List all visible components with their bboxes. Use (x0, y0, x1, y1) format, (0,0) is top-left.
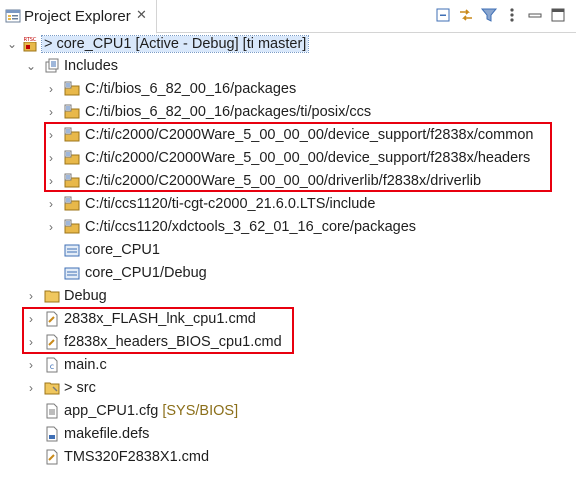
chevron-down-icon[interactable]: ⌄ (6, 37, 18, 51)
include-folder-icon (64, 104, 80, 119)
tree-row-debug[interactable]: › Debug (0, 285, 576, 308)
main-c-label: main.c (64, 357, 107, 373)
debug-folder-label: Debug (64, 288, 107, 304)
chevron-right-icon[interactable]: › (45, 220, 57, 234)
include-folder-icon (64, 150, 80, 165)
chevron-right-icon[interactable]: › (25, 312, 37, 326)
view-titlebar: Project Explorer ✕ (0, 0, 576, 34)
include-folder-icon (64, 196, 80, 211)
tree-row-include-path[interactable]: core_CPU1 (0, 239, 576, 262)
include-path-label: core_CPU1/Debug (85, 265, 207, 281)
chevron-right-icon[interactable]: › (45, 197, 57, 211)
cfg-file-name: app_CPU1.cfg (64, 403, 159, 419)
chevron-right-icon[interactable]: › (45, 151, 57, 165)
chevron-right-icon[interactable]: › (45, 105, 57, 119)
tree-row-include-path[interactable]: › C:/ti/ccs1120/ti-cgt-c2000_21.6.0.LTS/… (0, 193, 576, 216)
tree-row-src[interactable]: › > src (0, 377, 576, 400)
project-name: > core_CPU1 (44, 36, 132, 52)
tree-row-includes[interactable]: ⌄ Includes (0, 55, 576, 78)
maximize-icon[interactable] (549, 6, 567, 24)
workspace-include-icon (64, 267, 80, 280)
chevron-right-icon[interactable]: › (25, 358, 37, 372)
include-path-label: core_CPU1 (85, 242, 160, 258)
src-folder-label: > src (64, 380, 96, 396)
include-path-label: C:/ti/ccs1120/ti-cgt-c2000_21.6.0.LTS/in… (85, 196, 376, 212)
chevron-right-icon[interactable]: › (25, 381, 37, 395)
tree-row-include-path[interactable]: › C:/ti/bios_6_82_00_16/packages/ti/posi… (0, 101, 576, 124)
include-path-label: C:/ti/bios_6_82_00_16/packages/ti/posix/… (85, 104, 372, 120)
cfg-file-label: app_CPU1.cfg [SYS/BIOS] (64, 403, 238, 419)
include-path-label: C:/ti/c2000/C2000Ware_5_00_00_00/device_… (85, 127, 534, 143)
include-folder-icon (64, 127, 80, 142)
chevron-right-icon[interactable]: › (25, 289, 37, 303)
includes-icon (45, 58, 59, 73)
tree-row-include-path[interactable]: › C:/ti/c2000/C2000Ware_5_00_00_00/devic… (0, 147, 576, 170)
cmd-file-icon (46, 449, 58, 465)
include-folder-icon (64, 219, 80, 234)
include-path-label: C:/ti/bios_6_82_00_16/packages (85, 81, 297, 97)
minimize-icon[interactable] (526, 6, 544, 24)
tree-row-include-path[interactable]: › C:/ti/c2000/C2000Ware_5_00_00_00/devic… (0, 124, 576, 147)
include-path-label: C:/ti/c2000/C2000Ware_5_00_00_00/driverl… (85, 173, 482, 189)
tree-row-include-path[interactable]: core_CPU1/Debug (0, 262, 576, 285)
cmd-file-icon (46, 311, 58, 327)
chevron-down-icon[interactable]: ⌄ (25, 59, 37, 73)
folder-icon (44, 290, 60, 303)
tree-row-cmd-file[interactable]: › f2838x_headers_BIOS_cpu1.cmd (0, 331, 576, 354)
project-name-label: > core_CPU1 [Active - Debug] [ti master] (40, 35, 310, 53)
chevron-right-icon[interactable]: › (25, 335, 37, 349)
includes-label: Includes (64, 58, 119, 74)
cmd-file-label: 2838x_FLASH_lnk_cpu1.cmd (64, 311, 256, 327)
include-path-label: C:/ti/ccs1120/xdctools_3_62_01_16_core/p… (85, 219, 417, 235)
rtsc-project-icon: RTSC (23, 36, 37, 52)
tree-row-include-path[interactable]: › C:/ti/c2000/C2000Ware_5_00_00_00/drive… (0, 170, 576, 193)
filter-icon[interactable] (480, 6, 498, 24)
makefile-icon (46, 426, 58, 442)
include-folder-icon (64, 173, 80, 188)
view-menu-icon[interactable] (503, 6, 521, 24)
tree-row-include-path[interactable]: › C:/ti/bios_6_82_00_16/packages (0, 78, 576, 101)
svg-text:c: c (50, 362, 54, 371)
chevron-right-icon[interactable]: › (45, 128, 57, 142)
tree-row-cmd-main[interactable]: TMS320F2838X1.cmd (0, 446, 576, 469)
cmd-main-label: TMS320F2838X1.cmd (64, 449, 210, 465)
makefile-label: makefile.defs (64, 426, 150, 442)
include-folder-icon (64, 81, 80, 96)
tree-row-main-c[interactable]: › c main.c (0, 354, 576, 377)
cmd-file-label: f2838x_headers_BIOS_cpu1.cmd (64, 334, 282, 350)
tree-row-project[interactable]: ⌄ RTSC > core_CPU1 [Active - Debug] [ti … (0, 33, 576, 56)
cfg-file-icon (46, 403, 58, 419)
project-explorer-icon (5, 9, 21, 23)
cfg-tag: [SYS/BIOS] (162, 403, 239, 419)
tree-row-cmd-file[interactable]: › 2838x_FLASH_lnk_cpu1.cmd (0, 308, 576, 331)
project-explorer-tab[interactable]: Project Explorer ✕ (0, 0, 157, 34)
source-folder-icon (44, 382, 60, 395)
include-path-label: C:/ti/c2000/C2000Ware_5_00_00_00/device_… (85, 150, 531, 166)
tree-row-cfg[interactable]: app_CPU1.cfg [SYS/BIOS] (0, 400, 576, 423)
chevron-right-icon[interactable]: › (45, 82, 57, 96)
close-icon[interactable]: ✕ (136, 7, 147, 23)
c-source-file-icon: c (46, 357, 58, 373)
tree-row-makefile[interactable]: makefile.defs (0, 423, 576, 446)
tab-title: Project Explorer (24, 8, 131, 25)
tree-row-include-path[interactable]: › C:/ti/ccs1120/xdctools_3_62_01_16_core… (0, 216, 576, 239)
cmd-file-icon (46, 334, 58, 350)
project-decoration: [Active - Debug] [ti master] (131, 36, 307, 52)
workspace-include-icon (64, 244, 80, 257)
chevron-right-icon[interactable]: › (45, 174, 57, 188)
collapse-all-icon[interactable] (434, 6, 452, 24)
svg-text:RTSC: RTSC (24, 37, 37, 43)
link-with-editor-icon[interactable] (457, 6, 475, 24)
